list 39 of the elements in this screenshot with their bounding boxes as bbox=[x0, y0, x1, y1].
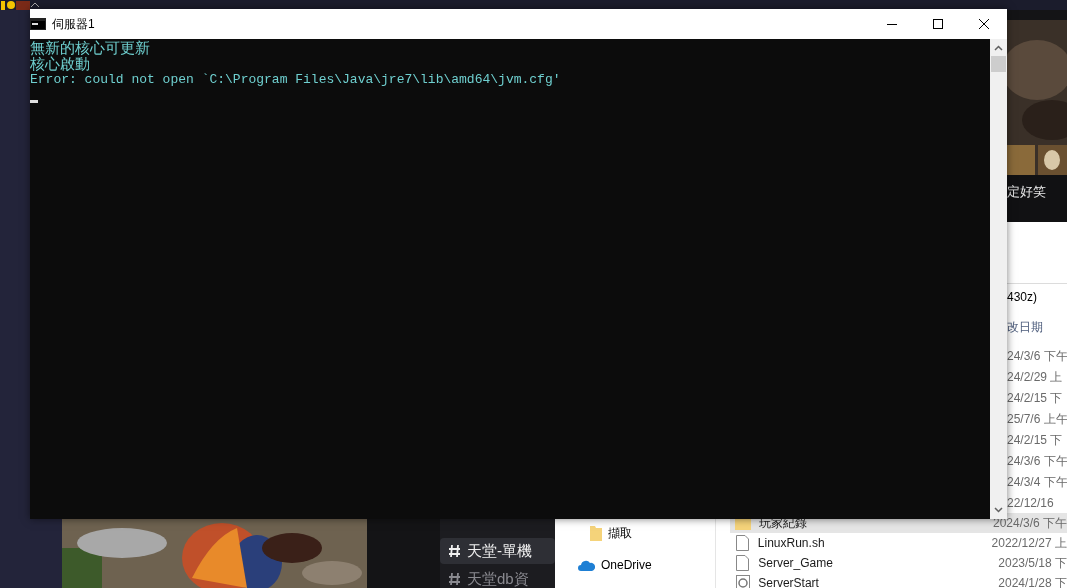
cloud-icon bbox=[578, 559, 595, 571]
file-row[interactable]: Server_Game 2023/5/18 下 bbox=[730, 553, 1067, 573]
hash-icon bbox=[448, 572, 461, 586]
scroll-down-icon bbox=[994, 507, 1003, 513]
window-title: 伺服器1 bbox=[52, 16, 95, 33]
caption-text: 定好笑 bbox=[1007, 183, 1046, 201]
chevron-icon bbox=[30, 2, 40, 8]
file-row[interactable]: LinuxRun.sh 2022/12/27 上 bbox=[730, 533, 1067, 553]
scroll-thumb[interactable] bbox=[991, 56, 1006, 72]
date-cell-text: 24/2/15 下 bbox=[1007, 432, 1064, 449]
maximize-icon bbox=[933, 19, 943, 29]
scrollbar[interactable] bbox=[990, 39, 1007, 519]
file-icon bbox=[735, 535, 749, 551]
text-cursor bbox=[30, 100, 38, 103]
date-cell-text: 24/3/6 下午 bbox=[1007, 453, 1067, 470]
console-icon bbox=[30, 18, 46, 30]
hash-icon bbox=[448, 544, 461, 558]
folder-icon bbox=[590, 525, 602, 541]
path-text: 430z) bbox=[1007, 288, 1038, 306]
file-row[interactable]: ServerStart 2024/1/28 下 bbox=[730, 573, 1067, 588]
scroll-up-icon bbox=[994, 45, 1003, 51]
file-icon bbox=[736, 555, 750, 571]
game-icon bbox=[16, 0, 30, 10]
channel-item[interactable]: 天堂-單機 bbox=[440, 538, 555, 564]
console-line: Error: could not open `C:\Program Files\Java\jre7\lib\amd64\jvm.cfg' bbox=[30, 72, 562, 88]
date-cell-text: 22/12/16 bbox=[1007, 495, 1055, 512]
date-cell-text: 24/3/6 下午 bbox=[1007, 348, 1067, 365]
close-icon bbox=[979, 19, 989, 29]
date-cell-text: 24/2/15 下 bbox=[1007, 390, 1064, 407]
column-header[interactable]: 改日期 bbox=[1007, 318, 1043, 336]
nav-item[interactable]: 擷取 bbox=[578, 522, 652, 544]
channel-item[interactable]: 天堂db資 bbox=[440, 566, 555, 588]
logo-icon bbox=[0, 0, 16, 10]
date-cell-text: 25/7/6 上午 bbox=[1007, 411, 1067, 428]
date-cell-text: 24/2/29 上 bbox=[1007, 369, 1064, 386]
nav-item[interactable]: OneDrive bbox=[578, 554, 652, 576]
console-line: 無新的核心可更新 bbox=[30, 40, 151, 56]
console-line: 核心啟動 bbox=[30, 56, 91, 72]
date-cell-text: 24/3/4 下午 bbox=[1007, 474, 1067, 491]
